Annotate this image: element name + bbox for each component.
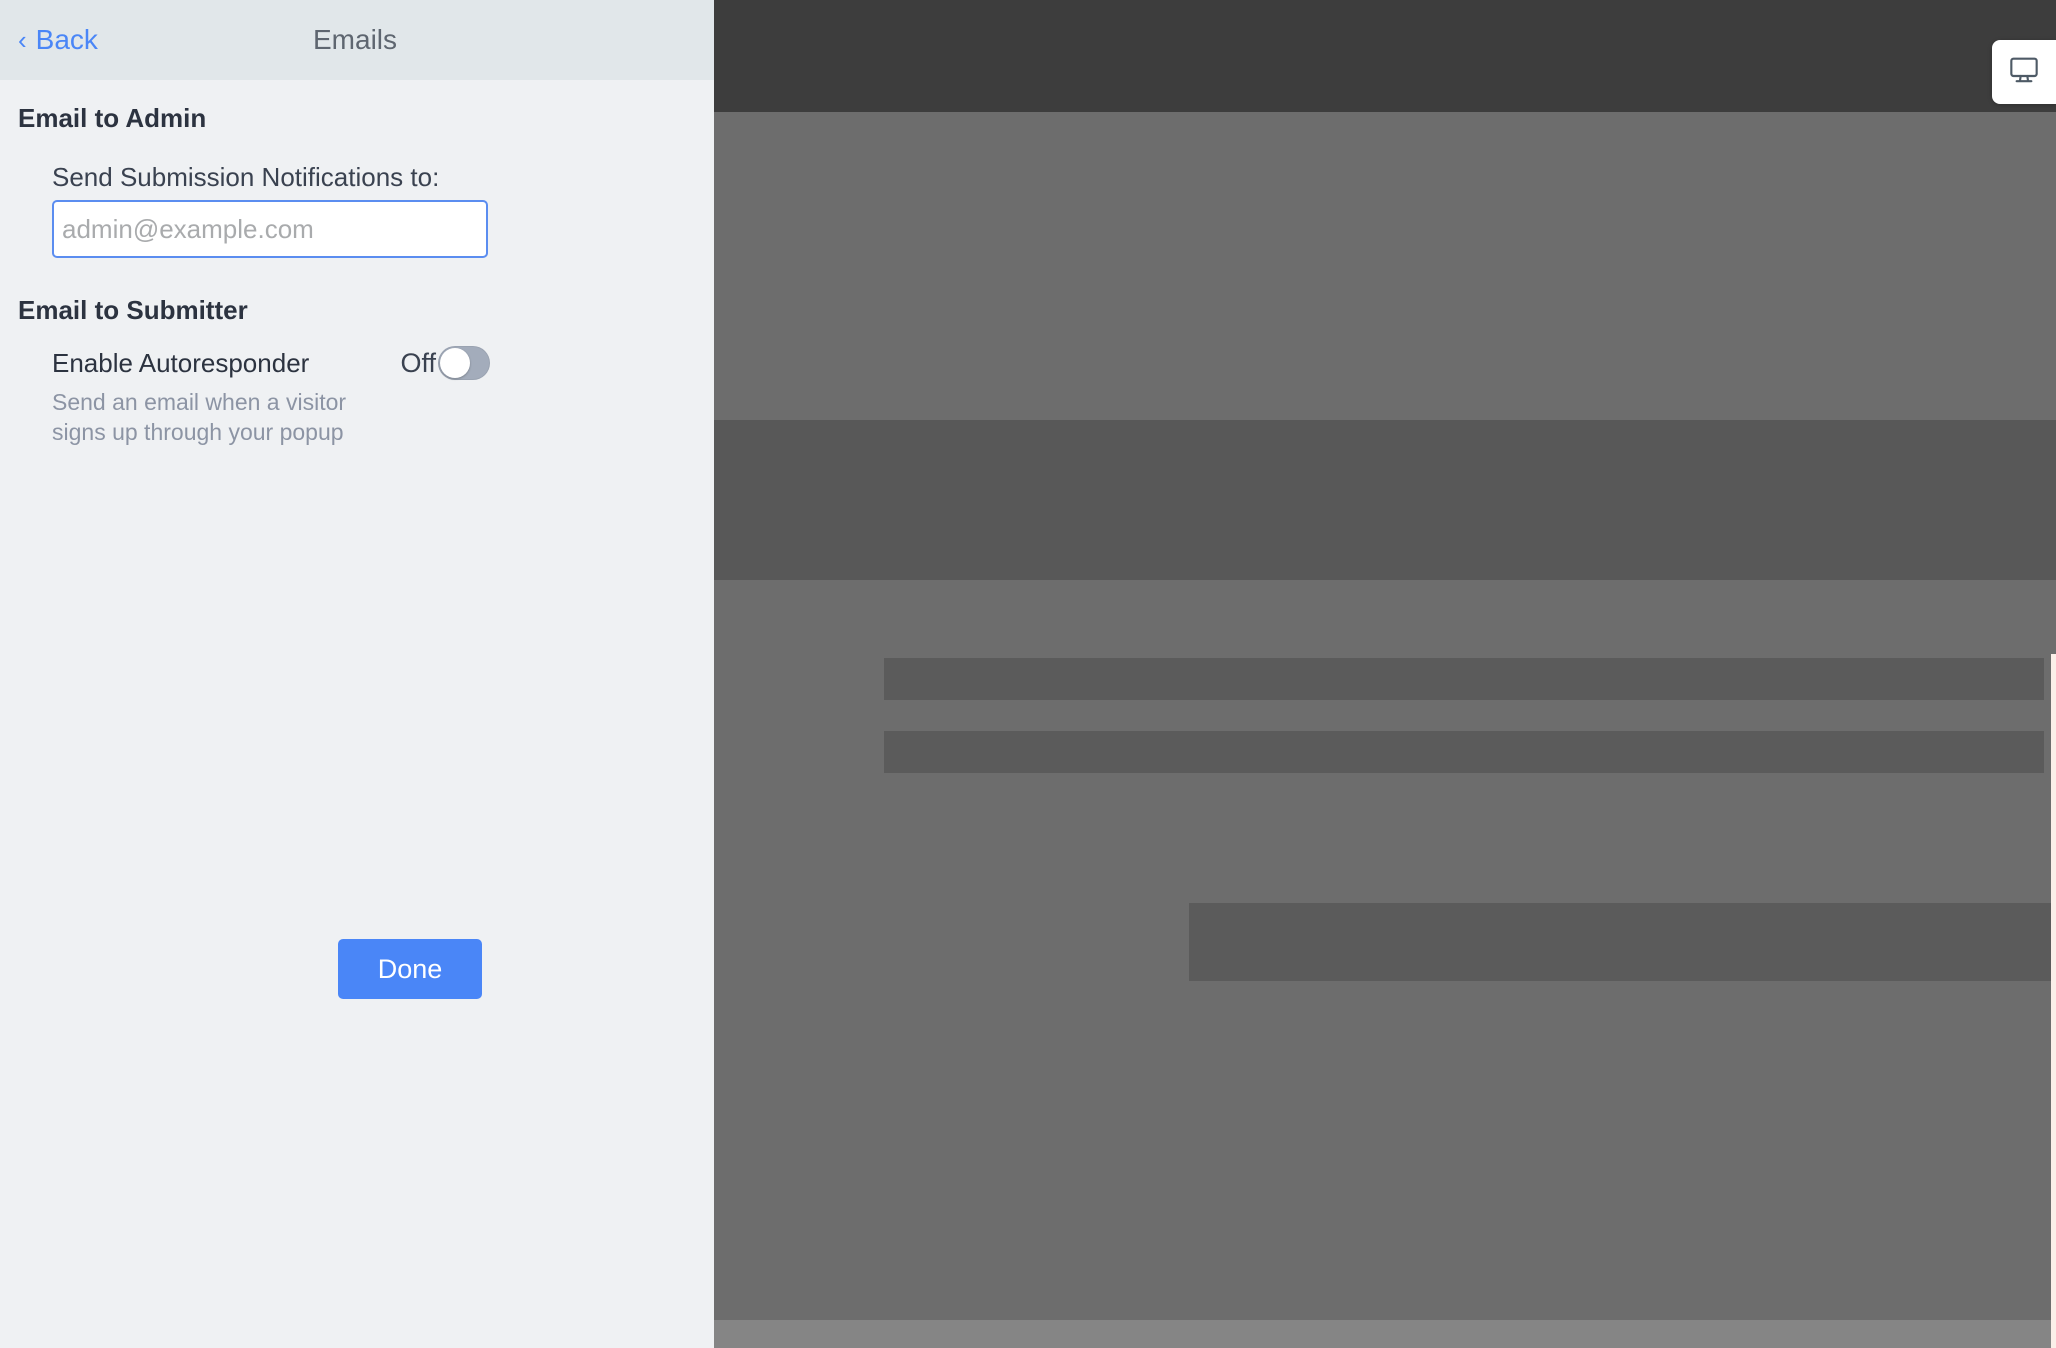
gift-box-icon	[2051, 669, 2056, 773]
signup-popup: ✕ Sign up to receive a surprise discount…	[2051, 654, 2056, 1348]
preview-footer-band	[714, 1320, 2056, 1348]
website-preview-canvas: ✕ Sign up to receive a surprise discount…	[714, 0, 2056, 1348]
admin-email-input[interactable]	[52, 200, 488, 258]
desktop-monitor-icon	[2008, 54, 2040, 91]
back-label: Back	[35, 24, 98, 55]
autoresponder-description: Send an email when a visitor signs up th…	[52, 389, 347, 446]
panel-body: Email to Admin Send Submission Notificat…	[0, 80, 714, 1348]
send-notifications-label: Send Submission Notifications to:	[52, 162, 440, 192]
done-button[interactable]: Done	[338, 939, 482, 999]
panel-header: ‹ Back Emails	[0, 0, 714, 80]
toggle-knob	[440, 348, 470, 378]
emails-settings-panel: ‹ Back Emails Email to Admin Send Submis…	[0, 0, 714, 1348]
preview-placeholder-block	[1189, 903, 2056, 981]
device-switcher-button[interactable]	[1992, 40, 2056, 104]
autoresponder-row: Enable Autoresponder Send an email when …	[52, 346, 490, 448]
chevron-left-icon: ‹	[18, 25, 27, 55]
preview-hero-band	[714, 112, 2056, 420]
preview-placeholder-line	[884, 658, 2044, 700]
autoresponder-state-label: Off	[400, 347, 436, 378]
autoresponder-control: Off	[400, 346, 490, 380]
back-button[interactable]: ‹ Back	[18, 24, 98, 56]
preview-middle-band	[714, 420, 2056, 580]
autoresponder-toggle[interactable]	[438, 346, 490, 380]
section-heading-email-to-submitter: Email to Submitter	[18, 295, 248, 325]
preview-topbar-band	[714, 0, 2056, 112]
section-heading-email-to-admin: Email to Admin	[18, 103, 207, 133]
page-title: Emails	[313, 24, 398, 55]
preview-placeholder-line	[884, 731, 2044, 773]
